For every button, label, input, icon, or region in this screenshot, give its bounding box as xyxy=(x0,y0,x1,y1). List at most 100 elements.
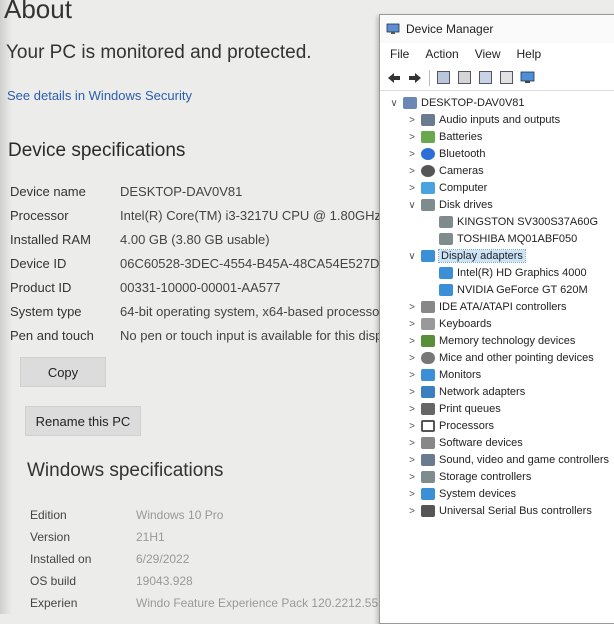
tree-node-ide[interactable]: > IDE ATA/ATAPI controllers xyxy=(406,299,567,315)
ide-controller-icon xyxy=(421,301,435,313)
tree-node-label: Batteries xyxy=(439,131,483,143)
tree-node-label: Universal Serial Bus controllers xyxy=(439,505,592,517)
ws-value: 6/29/2022 xyxy=(136,552,190,566)
ws-label: OS build xyxy=(30,574,77,588)
ws-value: 21H1 xyxy=(136,530,165,544)
collapse-chevron-icon[interactable]: ∨ xyxy=(388,98,400,109)
protection-status: Your PC is monitored and protected. xyxy=(6,42,312,63)
bluetooth-icon xyxy=(421,148,435,160)
tree-node-print-queues[interactable]: > Print queues xyxy=(406,401,501,417)
tree-node-computer[interactable]: > Computer xyxy=(406,180,487,196)
tree-node-label: Cameras xyxy=(439,165,484,177)
tree-node-network[interactable]: > Network adapters xyxy=(406,384,525,400)
tree-node-storage-controllers[interactable]: > Storage controllers xyxy=(406,469,531,485)
toolbar-separator xyxy=(429,69,430,86)
help-icon[interactable] xyxy=(477,70,493,86)
tree-node-intel-hd[interactable]: Intel(R) HD Graphics 4000 xyxy=(424,265,587,281)
tree-node-monitors[interactable]: > Monitors xyxy=(406,367,481,383)
usb-icon xyxy=(421,505,435,517)
device-manager-app-icon xyxy=(386,23,400,34)
windows-security-link[interactable]: See details in Windows Security xyxy=(7,88,192,103)
back-arrow-icon[interactable] xyxy=(386,70,402,86)
menu-file[interactable]: File xyxy=(390,47,409,61)
tree-node-system-devices[interactable]: > System devices xyxy=(406,486,516,502)
expand-chevron-icon[interactable]: > xyxy=(406,370,418,381)
tree-node-memory[interactable]: > Memory technology devices xyxy=(406,333,575,349)
tree-node-keyboards[interactable]: > Keyboards xyxy=(406,316,492,332)
expand-chevron-icon[interactable]: > xyxy=(406,472,418,483)
memory-card-icon xyxy=(421,335,435,347)
tree-node-label: Software devices xyxy=(439,437,523,449)
tree-node-batteries[interactable]: > Batteries xyxy=(406,129,482,145)
printer-icon xyxy=(421,403,435,415)
tree-node-computer-root[interactable]: ∨ DESKTOP-DAV0V81 xyxy=(388,95,525,111)
tree-node-audio[interactable]: > Audio inputs and outputs xyxy=(406,112,560,128)
tree-node-kingston[interactable]: KINGSTON SV300S37A60G xyxy=(424,214,598,230)
spec-value: Intel(R) Core(TM) i3-3217U CPU @ 1.80GHz… xyxy=(120,208,392,223)
display-adapter-icon xyxy=(421,250,435,262)
monitor-icon[interactable] xyxy=(519,70,535,86)
tree-node-sound-video[interactable]: > Sound, video and game controllers xyxy=(406,452,609,468)
expand-chevron-icon[interactable]: > xyxy=(406,455,418,466)
expand-chevron-icon[interactable]: > xyxy=(406,404,418,415)
tree-node-bluetooth[interactable]: > Bluetooth xyxy=(406,146,485,162)
expand-chevron-icon[interactable]: > xyxy=(406,387,418,398)
tree-node-label: Bluetooth xyxy=(439,148,486,160)
expand-chevron-icon[interactable]: > xyxy=(406,336,418,347)
expand-chevron-icon[interactable]: > xyxy=(406,302,418,313)
expand-chevron-icon[interactable]: > xyxy=(406,438,418,449)
expand-chevron-icon[interactable]: > xyxy=(406,489,418,500)
expand-chevron-icon[interactable]: > xyxy=(406,506,418,517)
tree-node-nvidia[interactable]: NVIDIA GeForce GT 620M xyxy=(424,282,588,298)
tree-node-label: Disk drives xyxy=(439,199,493,211)
device-manager-titlebar[interactable]: Device Manager xyxy=(380,15,614,43)
disk-drive-icon xyxy=(439,216,453,228)
spec-label: Installed RAM xyxy=(10,232,91,247)
tree-node-processors[interactable]: > Processors xyxy=(406,418,494,434)
tree-node-toshiba[interactable]: TOSHIBA MQ01ABF050 xyxy=(424,231,577,247)
spec-value: DESKTOP-DAV0V81 xyxy=(120,184,243,199)
device-specifications-heading: Device specifications xyxy=(8,140,186,161)
window-title: Device Manager xyxy=(406,22,494,36)
expand-chevron-icon[interactable]: > xyxy=(406,166,418,177)
tree-node-label: Network adapters xyxy=(439,386,526,398)
device-manager-window: Device Manager File Action View Help ∨ D… xyxy=(379,14,614,624)
spec-value: No pen or touch input is available for t… xyxy=(120,328,383,343)
copy-button[interactable]: Copy xyxy=(20,357,106,387)
expand-chevron-icon[interactable]: > xyxy=(406,149,418,160)
tree-node-display-adapters[interactable]: ∨ Display adapters xyxy=(406,248,526,264)
toolbar xyxy=(380,65,614,91)
tree-node-disk-drives[interactable]: ∨ Disk drives xyxy=(406,197,493,213)
tree-node-mice[interactable]: > Mice and other pointing devices xyxy=(406,350,594,366)
list-icon[interactable] xyxy=(456,70,472,86)
ws-label: Experien xyxy=(30,596,78,610)
details-icon[interactable] xyxy=(498,70,514,86)
tree-node-usb-controllers[interactable]: > Universal Serial Bus controllers xyxy=(406,503,592,519)
expand-chevron-icon[interactable]: > xyxy=(406,132,418,143)
keyboard-icon xyxy=(421,318,435,330)
monitor-icon xyxy=(421,182,435,194)
display-adapter-icon xyxy=(439,267,453,279)
tree-node-label: Audio inputs and outputs xyxy=(439,114,561,126)
tree-node-cameras[interactable]: > Cameras xyxy=(406,163,484,179)
rename-pc-button[interactable]: Rename this PC xyxy=(25,406,141,436)
properties-icon[interactable] xyxy=(435,70,451,86)
menu-action[interactable]: Action xyxy=(425,47,458,61)
menu-view[interactable]: View xyxy=(475,47,501,61)
expand-chevron-icon[interactable]: > xyxy=(406,183,418,194)
forward-arrow-icon[interactable] xyxy=(407,70,423,86)
expand-chevron-icon[interactable]: > xyxy=(406,353,418,364)
tree-node-label: Keyboards xyxy=(439,318,492,330)
disk-drive-icon xyxy=(439,233,453,245)
spec-value: 00331-10000-00001-AA577 xyxy=(120,280,281,295)
expand-chevron-icon[interactable]: > xyxy=(406,319,418,330)
spec-label: Device ID xyxy=(10,256,67,271)
collapse-chevron-icon[interactable]: ∨ xyxy=(406,200,418,211)
tree-node-software-devices[interactable]: > Software devices xyxy=(406,435,523,451)
tree-node-label: Mice and other pointing devices xyxy=(439,352,594,364)
expand-chevron-icon[interactable]: > xyxy=(406,115,418,126)
tree-node-label: System devices xyxy=(439,488,517,500)
collapse-chevron-icon[interactable]: ∨ xyxy=(406,251,418,262)
expand-chevron-icon[interactable]: > xyxy=(406,421,418,432)
menu-help[interactable]: Help xyxy=(517,47,542,61)
